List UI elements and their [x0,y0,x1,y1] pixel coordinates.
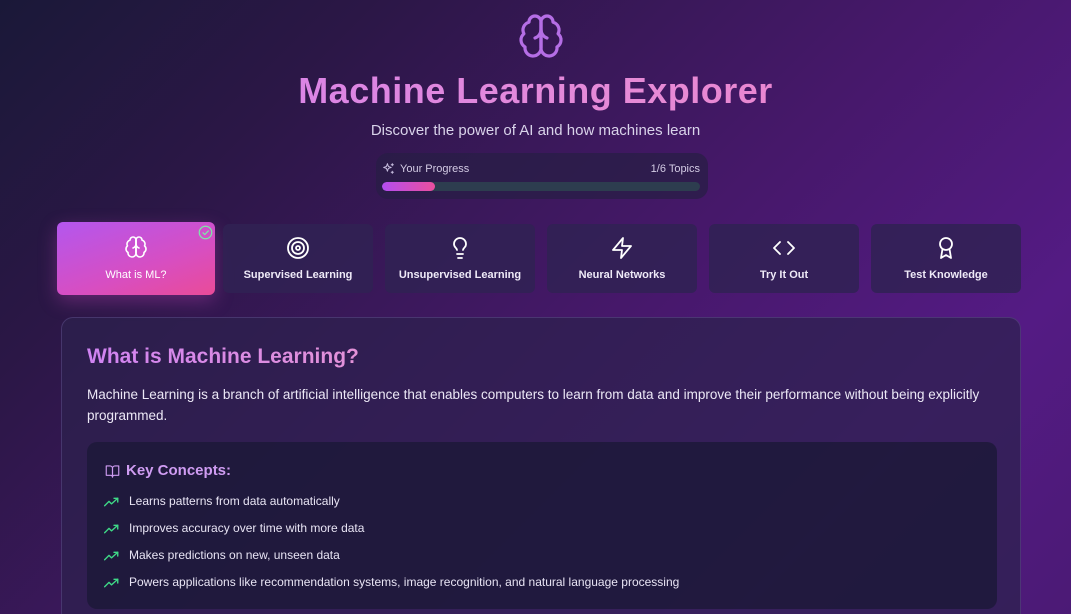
book-open-icon [105,465,120,478]
concept-text: Learns patterns from data automatically [129,494,340,508]
page-subtitle: Discover the power of AI and how machine… [370,122,701,139]
tab-test-knowledge[interactable]: Test Knowledge [871,224,1021,293]
key-concepts-card: Key Concepts: Learns patterns from data … [87,442,997,609]
tab-label: Unsupervised Learning [398,269,522,281]
brain-icon [519,14,563,58]
award-icon [939,237,953,259]
tab-supervised-learning[interactable]: Supervised Learning [223,224,373,293]
code-icon [773,241,795,255]
tab-label: Neural Networks [578,269,666,281]
concept-text: Makes predictions on new, unseen data [129,548,340,562]
brain-icon [125,236,147,258]
content-panel: What is Machine Learning? Machine Learni… [61,317,1021,614]
progress-card: Your Progress 1/6 Topics [376,153,708,199]
concept-text: Improves accuracy over time with more da… [129,521,365,535]
target-icon [287,237,309,259]
trending-up-icon [104,497,119,507]
section-title: What is Machine Learning? [87,345,359,368]
tab-label: What is ML? [105,269,167,281]
page-title: Machine Learning Explorer [0,70,1071,112]
tab-what-is-ml[interactable]: What is ML? [57,222,215,295]
progress-fill [382,182,436,191]
tab-label: Supervised Learning [243,269,353,281]
trending-up-icon [104,551,119,561]
sparkles-icon [383,163,394,174]
key-concepts-title: Key Concepts: [126,462,232,479]
tab-label: Test Knowledge [904,269,988,281]
trending-up-icon [104,578,119,588]
topic-tabs: What is ML? Supervised Learning Unsuperv… [57,222,1022,296]
tab-neural-networks[interactable]: Neural Networks [547,224,697,293]
trending-up-icon [104,524,119,534]
tab-label: Try It Out [759,269,809,281]
tab-try-it-out[interactable]: Try It Out [709,224,859,293]
section-description: Machine Learning is a branch of artifici… [87,387,980,423]
progress-bar [382,182,700,191]
lightning-icon [612,237,632,259]
check-circle-icon [198,225,213,240]
lightbulb-icon [453,237,467,259]
tab-unsupervised-learning[interactable]: Unsupervised Learning [385,224,535,293]
concept-text: Powers applications like recommendation … [129,575,680,589]
progress-count: 1/6 Topics [650,163,700,175]
progress-label: Your Progress [400,163,470,175]
